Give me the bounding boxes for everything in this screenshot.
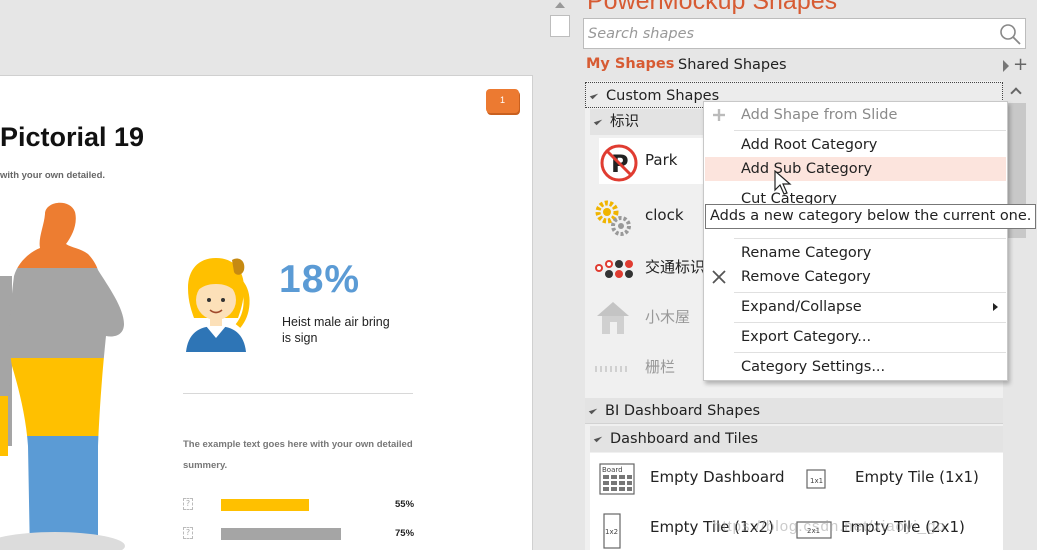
shape-item-fence[interactable]: 栅栏	[593, 343, 713, 389]
fence-icon	[595, 366, 627, 372]
menu-item-remove-category[interactable]: Remove Category	[705, 265, 1006, 289]
search-box[interactable]	[583, 18, 1026, 49]
shape-label: Empty Tile (1x1)	[855, 468, 979, 486]
gears-icon	[595, 200, 631, 236]
shape-label: 栅栏	[645, 358, 676, 376]
figure-segment-gray	[9, 268, 125, 358]
no-parking-icon: P	[600, 144, 638, 182]
panel-title: PowerMockup Shapes	[587, 0, 838, 15]
house-icon	[597, 302, 629, 334]
stat-percentage[interactable]: 18%	[279, 258, 360, 302]
tile-1x1-icon: 1x1	[806, 469, 826, 489]
stat-description[interactable]: Heist male air bring is sign	[282, 314, 392, 346]
slide-canvas[interactable]: 1 Pictorial 19 with your own detailed. 1…	[0, 75, 533, 550]
editor-scrollbar[interactable]	[550, 0, 570, 550]
expand-arrow-icon[interactable]	[1003, 60, 1009, 72]
add-tab-button[interactable]: +	[1013, 55, 1028, 75]
subcategory-header[interactable]: Dashboard and Tiles	[590, 426, 1003, 452]
shape-item-clock[interactable]: clock	[593, 193, 713, 239]
shape-item-empty-tile-1x1[interactable]: 1x1 Empty Tile (1x1)	[803, 455, 993, 501]
subcategory-label: Dashboard and Tiles	[610, 431, 759, 447]
progress-label: 55%	[395, 499, 415, 510]
menu-item-label: Export Category...	[741, 329, 872, 345]
menu-item-add-sub-category[interactable]: Add Sub Category	[705, 157, 1006, 181]
shape-item-cabin[interactable]: 小木屋	[593, 293, 713, 339]
shape-item-empty-dashboard[interactable]: Board Empty Dashboard	[598, 455, 788, 501]
menu-item-label: Add Root Category	[741, 137, 878, 153]
list-scrollbar[interactable]	[1006, 81, 1028, 550]
shape-item-traffic[interactable]: 交通标识	[593, 243, 713, 289]
menu-item-label: Expand/Collapse	[741, 299, 862, 315]
page-number-badge: 1	[486, 89, 519, 113]
figure-segment-yellow	[9, 358, 125, 436]
category-bi-dashboard[interactable]: BI Dashboard Shapes	[585, 398, 1003, 424]
watermark-text: https://blog.csdn.net/xiaoyi_go	[713, 518, 946, 535]
shape-label: clock	[645, 206, 684, 224]
collapse-triangle-icon[interactable]	[593, 116, 603, 126]
icon-text: Board	[602, 466, 623, 474]
remove-x-icon	[712, 270, 726, 284]
menu-item-label: Add Sub Category	[741, 161, 873, 177]
summary-text[interactable]: The example text goes here with your own…	[183, 434, 443, 476]
menu-item-add-root-category[interactable]: Add Root Category	[705, 133, 1006, 157]
girl-avatar-icon[interactable]	[180, 254, 252, 352]
divider-line	[183, 393, 413, 394]
tile-1x2-icon: 1x2	[603, 513, 621, 549]
menu-separator	[734, 352, 1006, 353]
icon-text: 1x1	[810, 477, 823, 485]
plus-icon	[713, 109, 725, 121]
progress-fill	[221, 528, 341, 540]
collapse-triangle-icon[interactable]	[593, 433, 603, 443]
search-icon[interactable]	[999, 23, 1021, 45]
category-context-menu: Add Shape from Slide Add Root Category A…	[703, 101, 1008, 381]
shape-label: 交通标识	[645, 258, 706, 276]
collapse-triangle-icon[interactable]	[588, 405, 598, 415]
pictorial-figures-graphic[interactable]	[0, 196, 140, 550]
menu-item-expand-collapse[interactable]: Expand/Collapse	[705, 295, 1006, 319]
icon-text: 1x2	[605, 528, 618, 536]
progress-track	[221, 499, 381, 511]
tooltip: Adds a new category below the current on…	[705, 204, 1036, 229]
menu-item-label: Remove Category	[741, 269, 871, 285]
scroll-thumb[interactable]	[550, 15, 570, 37]
placeholder-mark: ?	[183, 527, 193, 539]
tab-my-shapes[interactable]: My Shapes	[586, 56, 674, 72]
mouse-pointer-icon	[774, 170, 792, 195]
category-label: BI Dashboard Shapes	[605, 403, 761, 419]
search-input[interactable]	[584, 19, 984, 48]
menu-separator	[734, 322, 1006, 323]
placeholder-mark: ?	[183, 498, 193, 510]
scroll-up-arrow-icon[interactable]	[555, 2, 565, 8]
figure-shadow	[0, 532, 125, 550]
menu-item-label: Rename Category	[741, 245, 872, 261]
dashboard-tiles-grid: Board Empty Dashboard 1x1 Empty Tile (1x…	[590, 453, 1003, 550]
menu-item-rename-category[interactable]: Rename Category	[705, 241, 1006, 265]
traffic-signs-icon	[595, 260, 633, 278]
progress-label: 75%	[395, 528, 415, 539]
shape-item-park[interactable]: P Park	[599, 138, 719, 184]
submenu-arrow-icon	[993, 303, 998, 311]
menu-item-category-settings[interactable]: Category Settings...	[705, 355, 1006, 379]
menu-item-label: Category Settings...	[741, 359, 886, 375]
shape-label: 小木屋	[645, 308, 691, 326]
progress-fill	[221, 499, 309, 511]
collapse-triangle-icon[interactable]	[589, 90, 599, 100]
dashboard-icon: Board	[599, 463, 635, 495]
slide-title[interactable]: Pictorial 19	[0, 122, 144, 153]
figure-segment-orange	[9, 202, 125, 268]
menu-item-label: Add Shape from Slide	[741, 107, 898, 123]
menu-item-export-category[interactable]: Export Category...	[705, 325, 1006, 349]
figure-left-yellow	[0, 396, 8, 456]
menu-separator	[734, 292, 1006, 293]
progress-track	[221, 528, 381, 540]
menu-separator	[734, 130, 1006, 131]
subcategory-label: 标识	[610, 114, 639, 130]
tab-shared-shapes[interactable]: Shared Shapes	[678, 57, 787, 73]
shape-label: Empty Dashboard	[650, 468, 785, 486]
chevron-up-icon[interactable]	[1010, 87, 1022, 99]
menu-separator	[734, 238, 1006, 239]
shape-label: Park	[645, 151, 678, 169]
menu-item-add-shape-from-slide[interactable]: Add Shape from Slide	[705, 103, 1006, 127]
slide-subtitle[interactable]: with your own detailed.	[0, 170, 105, 181]
